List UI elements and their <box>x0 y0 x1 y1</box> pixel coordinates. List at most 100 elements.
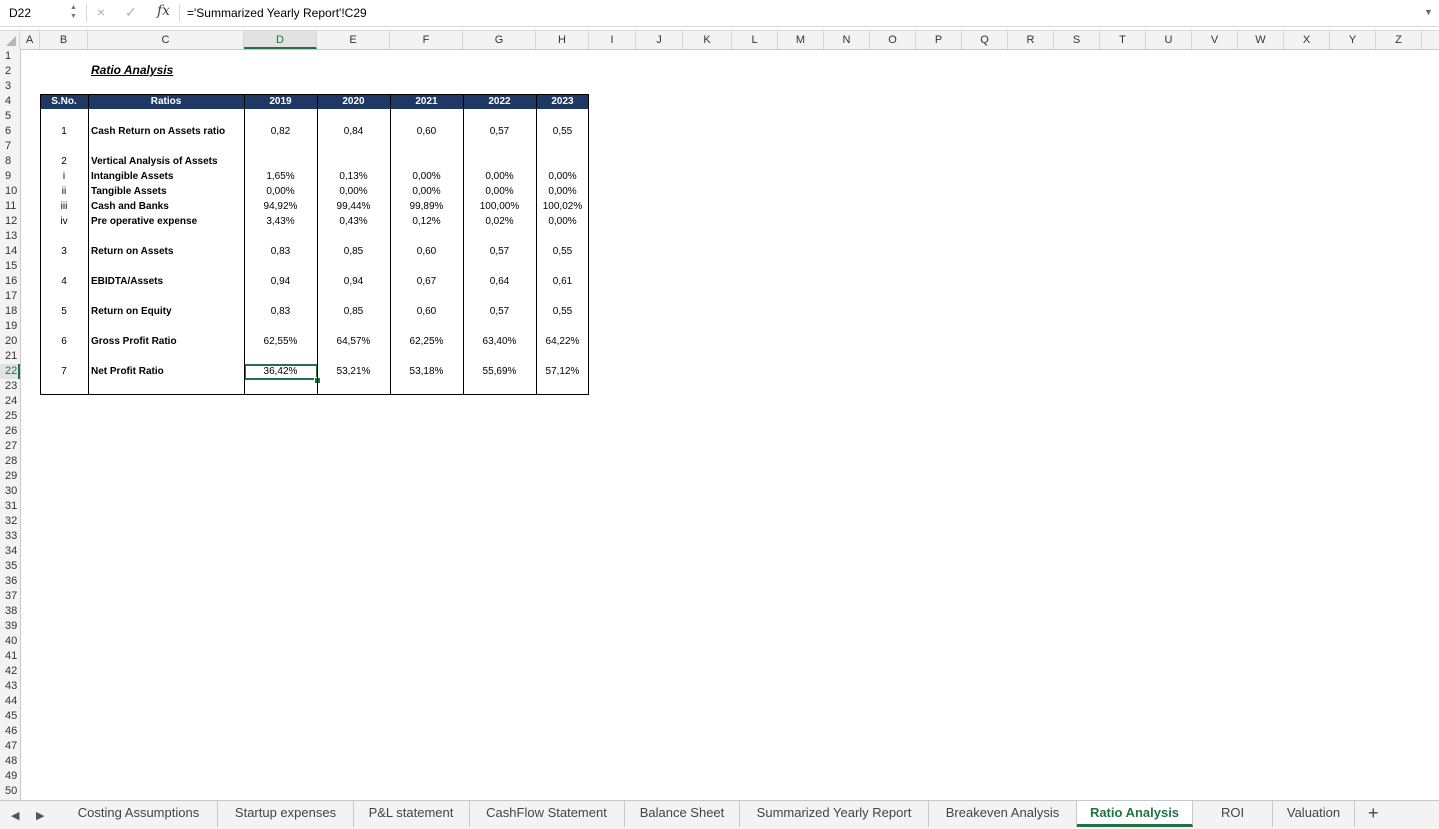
tab-prev-icon[interactable]: ◀ <box>11 809 19 822</box>
row-header-9[interactable]: 9 <box>0 169 20 184</box>
name-box-stepper-icon[interactable]: ▲ ▼ <box>70 3 77 21</box>
sheet-tab-ratio-analysis[interactable]: Ratio Analysis <box>1077 801 1193 827</box>
row-header-42[interactable]: 42 <box>0 664 20 679</box>
column-header-d[interactable]: D <box>244 31 317 49</box>
row-header-40[interactable]: 40 <box>0 634 20 649</box>
row-header-41[interactable]: 41 <box>0 649 20 664</box>
row-header-14[interactable]: 14 <box>0 244 20 259</box>
row-header-27[interactable]: 27 <box>0 439 20 454</box>
sheet-tab-p-l-statement[interactable]: P&L statement <box>353 801 470 827</box>
sheet-tab-balance-sheet[interactable]: Balance Sheet <box>625 801 740 827</box>
table-cell[interactable]: 100,00% <box>463 199 536 214</box>
column-header-m[interactable]: M <box>778 31 824 49</box>
row-header-34[interactable]: 34 <box>0 544 20 559</box>
table-header-ratios[interactable]: Ratios <box>88 94 244 109</box>
table-cell[interactable]: 0,57 <box>463 304 536 319</box>
table-cell[interactable]: 64,57% <box>317 334 390 349</box>
confirm-icon[interactable]: ✓ <box>125 4 137 21</box>
column-header-r[interactable]: R <box>1008 31 1054 49</box>
table-cell[interactable]: 3,43% <box>244 214 317 229</box>
row-header-5[interactable]: 5 <box>0 109 20 124</box>
row-header-31[interactable]: 31 <box>0 499 20 514</box>
row-header-3[interactable]: 3 <box>0 79 20 94</box>
row-header-10[interactable]: 10 <box>0 184 20 199</box>
table-cell[interactable]: 62,55% <box>244 334 317 349</box>
table-cell[interactable]: 0,57 <box>463 244 536 259</box>
table-cell[interactable]: 0,00% <box>390 169 463 184</box>
row-header-13[interactable]: 13 <box>0 229 20 244</box>
cancel-icon[interactable]: × <box>97 4 105 20</box>
table-cell[interactable]: 0,55 <box>536 244 589 259</box>
tab-next-icon[interactable]: ▶ <box>36 809 44 822</box>
table-header-2022[interactable]: 2022 <box>463 94 536 109</box>
sheet-tab-costing-assumptions[interactable]: Costing Assumptions <box>60 801 218 827</box>
table-cell[interactable]: 0,12% <box>390 214 463 229</box>
column-header-o[interactable]: O <box>870 31 916 49</box>
table-cell[interactable]: 0,02% <box>463 214 536 229</box>
row-header-43[interactable]: 43 <box>0 679 20 694</box>
table-cell[interactable]: 0,83 <box>244 244 317 259</box>
sheet-tab-summarized-yearly-report[interactable]: Summarized Yearly Report <box>740 801 929 827</box>
table-cell[interactable]: 0,94 <box>244 274 317 289</box>
table-cell[interactable]: 55,69% <box>463 364 536 379</box>
insert-function-icon[interactable]: fx <box>157 3 170 19</box>
row-header-49[interactable]: 49 <box>0 769 20 784</box>
table-cell[interactable]: 0,60 <box>390 124 463 139</box>
table-header-2023[interactable]: 2023 <box>536 94 589 109</box>
table-cell[interactable]: 0,00% <box>463 169 536 184</box>
column-header-c[interactable]: C <box>88 31 244 49</box>
row-header-25[interactable]: 25 <box>0 409 20 424</box>
column-header-v[interactable]: V <box>1192 31 1238 49</box>
table-cell[interactable]: 0,00% <box>390 184 463 199</box>
table-cell[interactable]: 0,67 <box>390 274 463 289</box>
row-header-50[interactable]: 50 <box>0 784 20 799</box>
column-header-k[interactable]: K <box>683 31 732 49</box>
column-header-f[interactable]: F <box>390 31 463 49</box>
row-header-36[interactable]: 36 <box>0 574 20 589</box>
column-header-u[interactable]: U <box>1146 31 1192 49</box>
column-header-a[interactable]: A <box>20 31 40 49</box>
table-cell[interactable]: 0,85 <box>317 304 390 319</box>
column-header-i[interactable]: I <box>589 31 636 49</box>
row-header-24[interactable]: 24 <box>0 394 20 409</box>
table-cell[interactable]: 0,61 <box>536 274 589 289</box>
table-cell[interactable]: 0,84 <box>317 124 390 139</box>
table-cell[interactable]: 36,42% <box>244 364 317 379</box>
row-header-18[interactable]: 18 <box>0 304 20 319</box>
row-header-19[interactable]: 19 <box>0 319 20 334</box>
row-header-29[interactable]: 29 <box>0 469 20 484</box>
sheet-title[interactable]: Ratio Analysis <box>91 63 173 77</box>
row-header-44[interactable]: 44 <box>0 694 20 709</box>
column-header-e[interactable]: E <box>317 31 390 49</box>
column-header-s[interactable]: S <box>1054 31 1100 49</box>
add-sheet-button[interactable]: + <box>1368 803 1379 824</box>
sheet-tab-cashflow-statement[interactable]: CashFlow Statement <box>469 801 625 827</box>
table-cell[interactable]: 0,82 <box>244 124 317 139</box>
table-header-2020[interactable]: 2020 <box>317 94 390 109</box>
table-cell[interactable]: 0,94 <box>317 274 390 289</box>
row-header-28[interactable]: 28 <box>0 454 20 469</box>
row-header-21[interactable]: 21 <box>0 349 20 364</box>
row-header-48[interactable]: 48 <box>0 754 20 769</box>
formula-input[interactable]: ='Summarized Yearly Report'!C29 <box>187 6 367 20</box>
row-header-1[interactable]: 1 <box>0 49 20 64</box>
row-header-7[interactable]: 7 <box>0 139 20 154</box>
table-cell[interactable]: 53,18% <box>390 364 463 379</box>
row-header-17[interactable]: 17 <box>0 289 20 304</box>
row-header-26[interactable]: 26 <box>0 424 20 439</box>
table-cell[interactable]: 0,55 <box>536 304 589 319</box>
row-header-20[interactable]: 20 <box>0 334 20 349</box>
table-cell[interactable]: 0,55 <box>536 124 589 139</box>
row-header-37[interactable]: 37 <box>0 589 20 604</box>
row-header-11[interactable]: 11 <box>0 199 20 214</box>
table-cell[interactable]: 0,60 <box>390 304 463 319</box>
row-header-35[interactable]: 35 <box>0 559 20 574</box>
table-header-2021[interactable]: 2021 <box>390 94 463 109</box>
row-header-15[interactable]: 15 <box>0 259 20 274</box>
table-cell[interactable]: 0,83 <box>244 304 317 319</box>
table-cell[interactable]: 0,60 <box>390 244 463 259</box>
row-header-23[interactable]: 23 <box>0 379 20 394</box>
table-cell[interactable]: 0,00% <box>463 184 536 199</box>
row-header-2[interactable]: 2 <box>0 64 20 79</box>
table-cell[interactable]: 63,40% <box>463 334 536 349</box>
